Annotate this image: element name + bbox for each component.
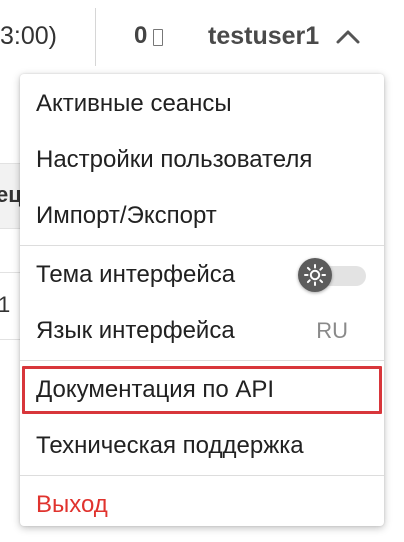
- sun-icon: [303, 263, 327, 287]
- menu-divider: [20, 475, 384, 476]
- document-icon: [153, 28, 164, 46]
- counter-value: 0: [134, 22, 148, 49]
- menu-item-label: Язык интерфейса: [36, 317, 235, 344]
- menu-item-theme: Тема интерфейса: [20, 247, 384, 303]
- menu-item-label: Документация по API: [36, 376, 275, 403]
- theme-toggle[interactable]: [298, 258, 368, 292]
- table-row-fragment: 1: [0, 272, 20, 340]
- menu-item-import-export[interactable]: Импорт/Экспорт: [20, 188, 384, 244]
- topbar-divider: [95, 8, 96, 66]
- menu-divider: [20, 360, 384, 361]
- menu-item-language[interactable]: Язык интерфейса RU: [20, 303, 384, 359]
- menu-item-label: Тема интерфейса: [36, 261, 236, 288]
- menu-item-label: Выход: [36, 491, 108, 518]
- timezone-label: 3:00): [0, 22, 57, 50]
- table-header-fragment: ец: [0, 163, 20, 229]
- language-value: RU: [316, 318, 348, 343]
- toggle-knob: [298, 258, 332, 292]
- top-bar: 3:00) 0 testuser1: [0, 0, 404, 74]
- notification-counter[interactable]: 0: [134, 22, 164, 50]
- menu-item-logout[interactable]: Выход: [20, 477, 384, 533]
- menu-item-label: Настройки пользователя: [36, 146, 313, 173]
- user-menu-toggle[interactable]: testuser1: [208, 22, 361, 51]
- menu-item-label: Импорт/Экспорт: [36, 202, 217, 229]
- menu-item-api-docs[interactable]: Документация по API: [20, 362, 384, 418]
- menu-item-support[interactable]: Техническая поддержка: [20, 418, 384, 474]
- username: testuser1: [208, 22, 320, 50]
- menu-item-user-settings[interactable]: Настройки пользователя: [20, 132, 384, 188]
- user-dropdown-menu: Активные сеансы Настройки пользователя И…: [20, 74, 384, 526]
- menu-item-active-sessions[interactable]: Активные сеансы: [20, 76, 384, 132]
- menu-item-label: Активные сеансы: [36, 90, 232, 117]
- menu-divider: [20, 245, 384, 246]
- menu-item-label: Техническая поддержка: [36, 432, 304, 459]
- chevron-up-icon: [335, 29, 361, 45]
